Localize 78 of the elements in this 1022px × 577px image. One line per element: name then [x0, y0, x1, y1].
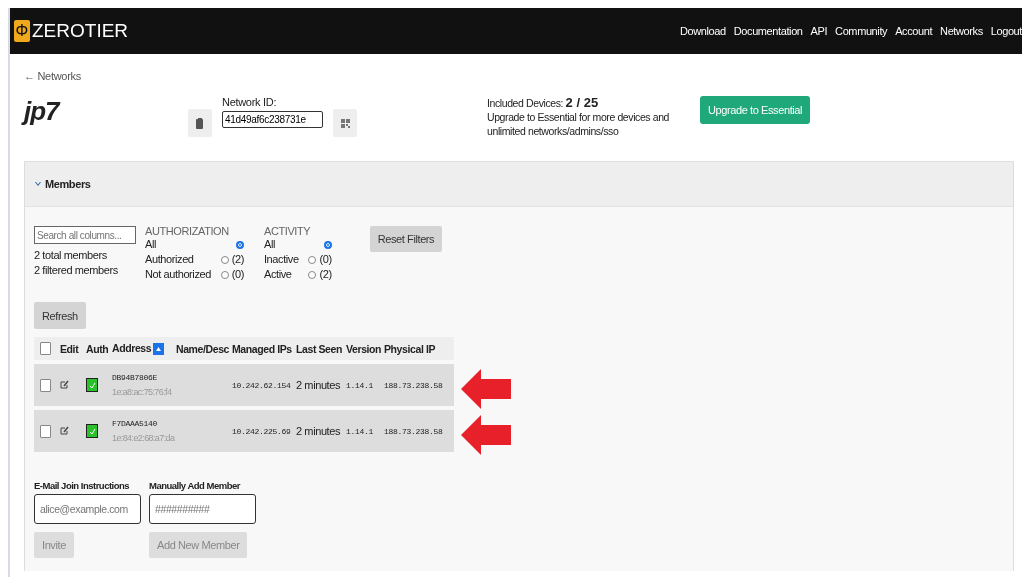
checkmark-icon [88, 427, 96, 435]
filtered-members-text: 2 filtered members [34, 264, 119, 276]
checkbox[interactable] [40, 424, 51, 438]
checkbox[interactable] [40, 378, 51, 392]
column-header: Managed IPs [232, 342, 293, 355]
radio-button[interactable] [235, 240, 244, 249]
copy-button[interactable] [188, 109, 212, 137]
filter-count: (0) [231, 267, 244, 282]
member-id-field[interactable]: ########## [149, 494, 256, 524]
filter-option-label: Authorized [145, 252, 195, 267]
refresh-button[interactable]: Refresh [34, 302, 86, 329]
devices-label: Included Devices: [487, 97, 565, 109]
filter-option-label: Active [263, 267, 293, 282]
field-label: Network ID: [222, 96, 278, 108]
mac-address: 1e:a8:ac:75:76:f4 [112, 385, 173, 398]
physical-ip: 188.73.238.58 [384, 380, 444, 390]
nav-link[interactable]: Documentation [733, 25, 803, 37]
column-header: Auth [86, 342, 110, 355]
brand-name: ZEROTIER [32, 20, 129, 42]
filter-option-label: Inactive [263, 252, 299, 267]
edit-icon[interactable] [60, 380, 69, 389]
reset-filters-button[interactable]: Reset Filters [369, 226, 443, 252]
edit-icon[interactable] [60, 426, 69, 435]
field-label: Manually Add Member [149, 480, 240, 491]
nav-link[interactable]: Community [835, 25, 888, 37]
radio-button[interactable] [308, 255, 317, 264]
qr-code-button[interactable] [333, 109, 357, 137]
filter-option-label: Not authorized [145, 267, 211, 282]
member-address: DB94B7806E [112, 372, 158, 382]
filter-count: (0) [319, 252, 332, 267]
last-seen: 2 minutes [296, 379, 342, 391]
filter-option-label: All [145, 237, 158, 252]
managed-ip: 10.242.225.69 [232, 426, 292, 436]
column-header: Version [346, 342, 383, 355]
column-header: Address [112, 341, 152, 354]
radio-button[interactable] [220, 255, 229, 264]
filter-group-title: AUTHORIZATION [145, 226, 230, 237]
network-id-field[interactable]: 41d49af6c238731e [222, 111, 323, 128]
filter-count: (2) [231, 252, 244, 267]
column-header: Name/Desc [176, 342, 231, 355]
radio-button[interactable] [308, 270, 317, 279]
clipboard-icon [196, 117, 204, 129]
column-header: Last Seen [296, 342, 343, 355]
chevron-down-icon[interactable] [35, 181, 41, 187]
version: 1.14.1 [346, 426, 374, 436]
filter-option-label: All [263, 237, 276, 252]
filter-count: (2) [319, 267, 332, 282]
select-all-checkbox[interactable] [40, 342, 51, 355]
filter-group-title: ACTIVITY [263, 226, 312, 237]
search-field[interactable]: Search all columns... [34, 226, 136, 244]
nav-link[interactable]: Networks [940, 25, 983, 37]
nav-link[interactable]: API [810, 25, 828, 37]
managed-ip: 10.242.62.154 [232, 380, 292, 390]
last-seen: 2 minutes [296, 425, 342, 437]
devices-count: 2 / 25 [565, 95, 599, 110]
back-link[interactable]: ← Networks [24, 70, 81, 82]
nav-link[interactable]: Logout [990, 25, 1022, 37]
auth-checkbox[interactable] [86, 378, 98, 392]
nav-link[interactable]: Account [895, 25, 933, 37]
column-header: Edit [60, 342, 80, 355]
physical-ip: 188.73.238.58 [384, 426, 444, 436]
qr-code-icon [340, 118, 350, 128]
checkmark-icon [88, 381, 96, 389]
logo-mark: Φ [14, 20, 30, 42]
mac-address: 1e:84:e2:68:a7:da [112, 431, 176, 444]
auth-checkbox[interactable] [86, 424, 98, 438]
column-header: Physical IP [384, 342, 437, 355]
total-members-text: 2 total members [34, 249, 108, 261]
version: 1.14.1 [346, 380, 374, 390]
upgrade-text: Upgrade to Essential for more devices and unlimited networks/admins/sso [487, 110, 671, 138]
radio-button[interactable] [220, 270, 229, 279]
sort-ascending-icon[interactable] [153, 343, 165, 356]
email-field[interactable]: alice@example.com [34, 494, 141, 524]
section-title[interactable]: Members [45, 178, 91, 190]
radio-button[interactable] [323, 240, 332, 249]
nav-link[interactable]: Download [680, 25, 726, 37]
member-address: F7DAAA5140 [112, 418, 158, 428]
field-label: E-Mail Join Instructions [34, 480, 130, 491]
